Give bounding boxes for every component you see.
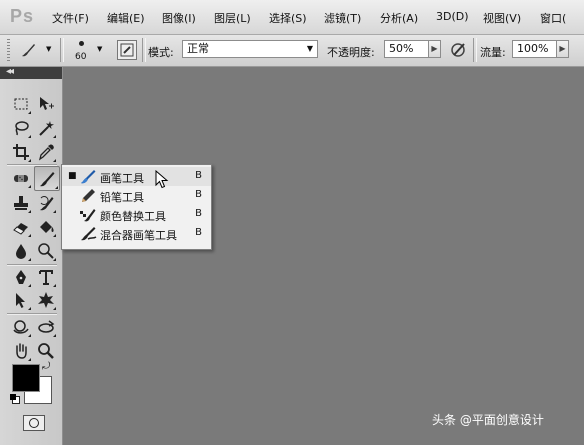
brush-tool-flyout: ■ 画笔工具 B 铅笔工具 B 颜色替换工具 B 混合器画笔工具 B [61,164,212,250]
brush-panel-icon [120,43,134,57]
quick-selection-tool[interactable] [35,117,57,139]
brush-preset-picker[interactable]: 60 ▼ [70,38,110,64]
lasso-tool[interactable] [10,117,32,139]
tools-panel-header[interactable]: ◂◂ [0,66,62,79]
tools-panel: ◂◂ ⤾ [0,66,63,445]
flyout-item-shortcut: B [195,208,202,219]
quick-mask-button[interactable] [23,415,45,431]
pen-tool[interactable] [10,266,32,288]
flyout-item-color-replacement[interactable]: 颜色替换工具 B [62,205,211,224]
options-bar: ▼ 60 ▼ 模式: 正常 ▼ 不透明度: 50% ▶ 流量: 100% ▶ [0,35,584,67]
flyout-item-label: 混合器画笔工具 [100,229,177,242]
chevron-down-icon: ▼ [306,44,313,53]
airbrush-pressure-icon [451,43,465,57]
watermark-text: 头条 @平面创意设计 [432,413,544,427]
menu-analysis[interactable]: 分析(A) [380,10,418,26]
tool-preset-picker[interactable] [18,40,38,60]
menu-image[interactable]: 图像(I) [162,10,196,26]
mixer-brush-icon [81,227,97,241]
brush-tip-dot [79,41,84,46]
flyout-item-shortcut: B [195,170,202,181]
flyout-item-label: 颜色替换工具 [100,210,166,223]
menu-select[interactable]: 选择(S) [269,10,307,26]
tablet-pressure-opacity-button[interactable] [449,40,469,60]
menu-file[interactable]: 文件(F) [52,10,89,26]
double-chevron-left-icon[interactable]: ◂◂ [6,66,14,77]
flyout-item-mixer-brush[interactable]: 混合器画笔工具 B [62,224,211,243]
opacity-slider-toggle[interactable]: ▶ [428,40,441,58]
menu-bar: Ps 文件(F) 编辑(E) 图像(I) 图层(L) 选择(S) 滤镜(T) 分… [0,0,584,35]
flyout-item-brush[interactable]: ■ 画笔工具 B [62,167,211,186]
crop-tool[interactable] [10,141,32,163]
menu-filter[interactable]: 滤镜(T) [324,10,361,26]
flyout-item-shortcut: B [195,227,202,238]
opacity-input[interactable]: 50% [384,40,429,58]
brush-panel-toggle[interactable] [117,40,137,60]
mode-select[interactable]: 正常 ▼ [182,40,318,58]
3d-orbit-tool[interactable] [35,316,57,338]
hand-tool[interactable] [10,340,32,362]
move-icon [40,97,54,110]
blur-tool[interactable] [10,240,32,262]
healing-brush-tool[interactable] [10,167,32,189]
current-tool-bullet: ■ [68,171,77,181]
flow-label: 流量: [480,46,506,59]
color-replacement-icon [80,209,96,222]
marquee-tool[interactable] [10,93,32,115]
chevron-right-icon: ▶ [431,44,438,53]
dodge-tool[interactable] [35,240,57,262]
flow-slider-toggle[interactable]: ▶ [556,40,569,58]
tool-separator [7,313,57,315]
chevron-down-icon: ▼ [97,45,103,53]
zoom-tool[interactable] [35,340,57,362]
move-tool[interactable] [35,93,57,115]
ps-logo: Ps [10,6,35,26]
menu-3d[interactable]: 3D(D) [436,10,469,23]
divider [142,38,146,62]
path-selection-tool[interactable] [10,289,32,311]
mode-label: 模式: [148,46,174,59]
flyout-item-label: 画笔工具 [100,172,144,185]
paint-bucket-tool[interactable] [35,216,57,238]
clone-stamp-tool[interactable] [10,192,32,214]
menu-layer[interactable]: 图层(L) [214,10,251,26]
default-colors-icon[interactable] [10,394,20,404]
flyout-item-pencil[interactable]: 铅笔工具 B [62,186,211,205]
brush-icon [40,171,55,186]
zoom-icon [38,343,54,359]
eraser-tool[interactable] [10,216,32,238]
chevron-right-icon: ▶ [559,44,566,53]
divider [60,38,64,62]
pencil-icon [82,189,95,202]
flyout-item-shortcut: B [195,189,202,200]
opacity-value: 50% [389,42,414,55]
3d-rotate-tool[interactable] [10,316,32,338]
mode-value: 正常 [187,42,209,55]
mouse-cursor-icon [155,170,169,189]
divider [473,38,477,62]
flow-input[interactable]: 100% [512,40,557,58]
brush-icon [22,44,35,57]
chevron-down-icon[interactable]: ▼ [46,45,51,53]
flow-value: 100% [517,42,549,55]
custom-shape-tool[interactable] [35,289,57,311]
swap-colors-icon[interactable]: ⤾ [42,361,50,372]
brush-icon [81,170,96,184]
quick-mask-icon [29,418,39,428]
foreground-color-swatch[interactable] [12,364,40,392]
brush-size-label: 60 [75,52,87,62]
opacity-label: 不透明度: [327,46,375,59]
menu-window[interactable]: 窗口( [540,10,566,26]
brush-tool[interactable] [34,166,60,191]
menu-view[interactable]: 视图(V) [483,10,521,26]
menu-edit[interactable]: 编辑(E) [107,10,145,26]
options-grip[interactable] [7,39,10,61]
type-tool[interactable] [35,266,57,288]
history-brush-tool[interactable] [35,192,57,214]
flyout-item-label: 铅笔工具 [100,191,144,204]
eyedropper-tool[interactable] [35,141,57,163]
